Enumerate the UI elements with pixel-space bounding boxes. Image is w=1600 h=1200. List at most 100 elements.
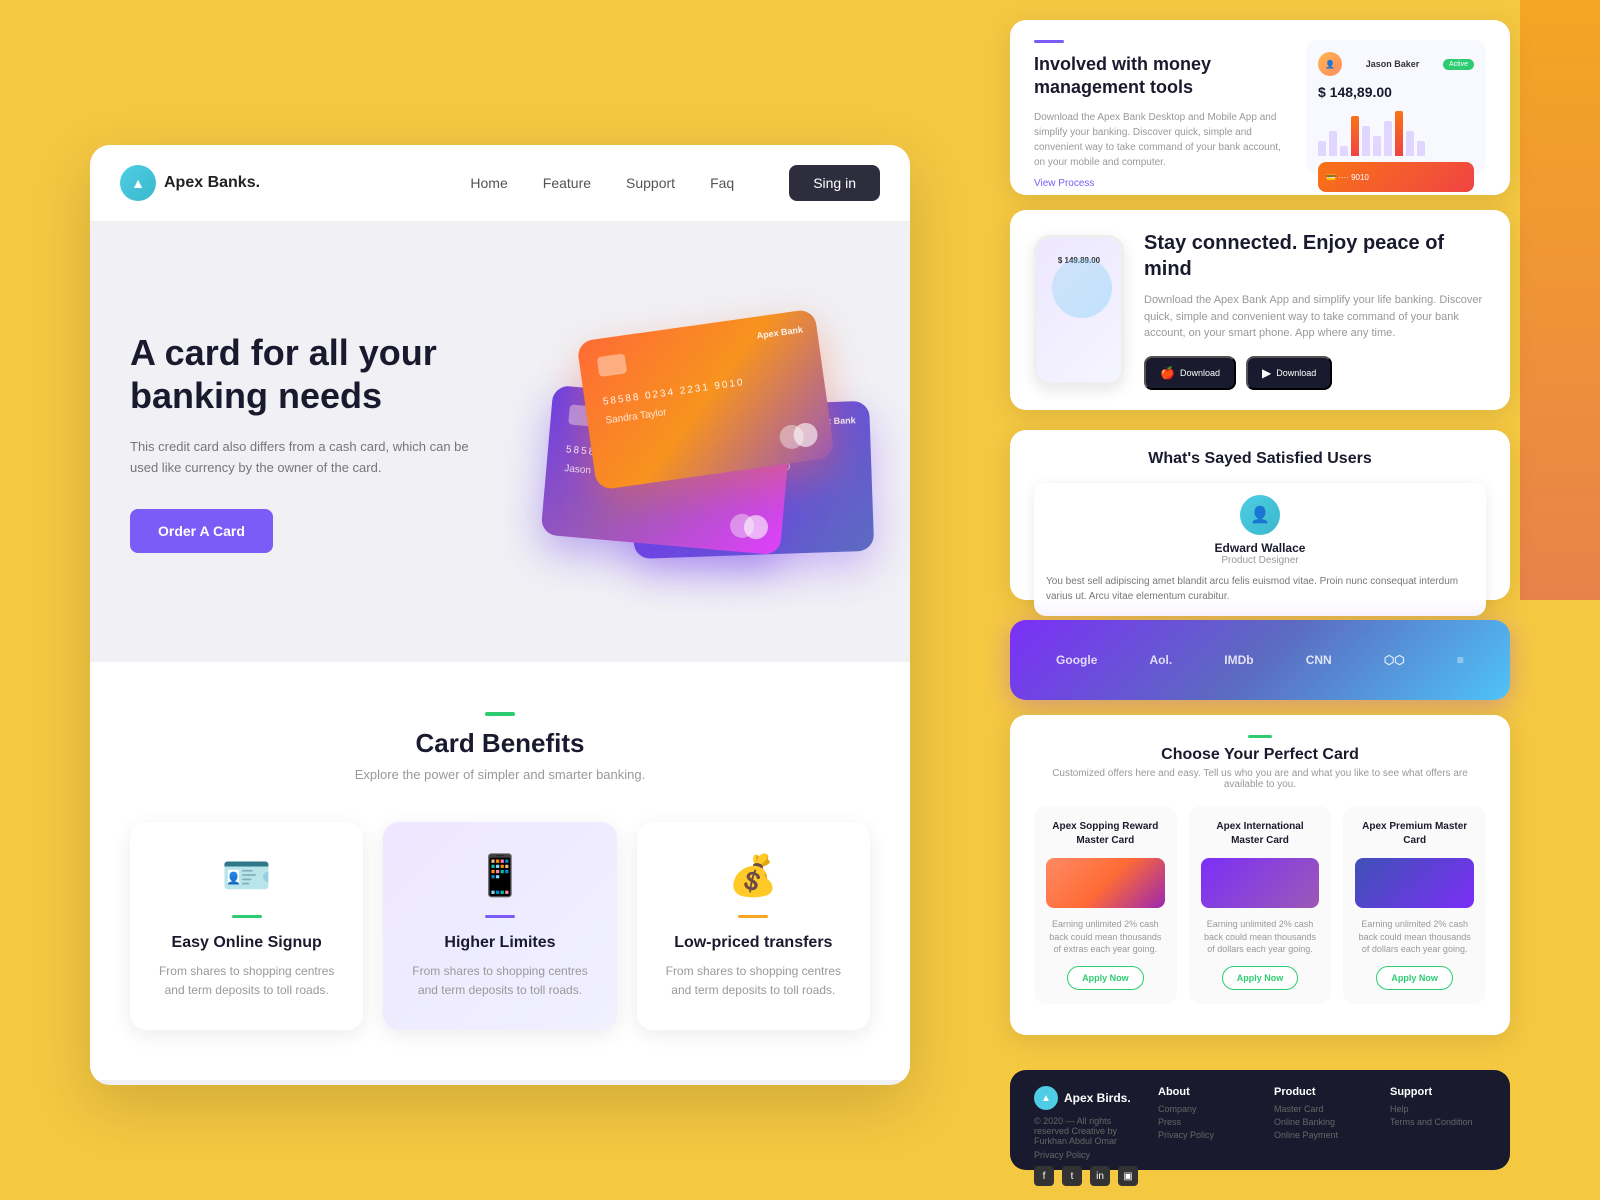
footer-support-help[interactable]: Help [1390, 1104, 1486, 1114]
review-text: You best sell adipiscing amet blandit ar… [1046, 574, 1474, 604]
chart-bar-8 [1395, 111, 1403, 156]
card-option-1: Apex Sopping Reward Master Card Earning … [1034, 806, 1177, 1004]
footer-product-payment[interactable]: Online Payment [1274, 1130, 1370, 1140]
card-option-text-1: Earning unlimited 2% cash back could mea… [1046, 918, 1165, 956]
icon-accent-3 [738, 915, 768, 918]
benefit-card-1: 🪪 Easy Online Signup From shares to shop… [130, 822, 363, 1030]
apple-icon: 🍎 [1160, 366, 1175, 380]
card-chip [597, 353, 628, 377]
footer-about-privacy[interactable]: Privacy Policy [1158, 1130, 1254, 1140]
footer-product-online-banking[interactable]: Online Banking [1274, 1117, 1370, 1127]
apply-btn-2[interactable]: Apply Now [1222, 966, 1299, 990]
signin-button[interactable]: Sing in [789, 165, 880, 201]
benefit-title-3: Low-priced transfers [657, 934, 850, 952]
partner-5: ⬡⬡ [1384, 653, 1405, 667]
footer-logo-icon: ▲ [1034, 1086, 1058, 1110]
hero-text: A card for all your banking needs This c… [130, 331, 490, 553]
cards-choice-description: Customized offers here and easy. Tell us… [1034, 768, 1486, 790]
icon-accent-1 [232, 915, 262, 918]
card-option-title-1: Apex Sopping Reward Master Card [1046, 820, 1165, 848]
involved-accent-bar [1034, 40, 1064, 43]
widget-avatar: 👤 [1318, 52, 1342, 76]
footer-col-product-title: Product [1274, 1086, 1370, 1098]
hero-description: This credit card also differs from a cas… [130, 437, 490, 479]
google-download-button[interactable]: ▶ Download [1246, 356, 1332, 390]
section-partners: Google Aol. IMDb CNN ⬡⬡ ≡ [1010, 620, 1510, 700]
involved-description: Download the Apex Bank Desktop and Mobil… [1034, 110, 1286, 170]
apple-download-button[interactable]: 🍎 Download [1144, 356, 1236, 390]
connected-description: Download the Apex Bank App and simplify … [1144, 292, 1486, 342]
section-involved: Involved with money management tools Dow… [1010, 20, 1510, 195]
cards-choice-accent [1248, 735, 1272, 738]
hero-section: A card for all your banking needs This c… [90, 222, 910, 642]
benefits-header: Card Benefits Explore the power of simpl… [130, 712, 870, 782]
card-option-3: Apex Premium Master Card Earning unlimit… [1343, 806, 1486, 1004]
widget-chart [1318, 106, 1474, 156]
nav-feature[interactable]: Feature [543, 175, 591, 191]
testimonial-card: 👤 Edward Wallace Product Designer You be… [1034, 483, 1486, 616]
footer-privacy[interactable]: Privacy Policy [1034, 1150, 1138, 1160]
footer-col-about-title: About [1158, 1086, 1254, 1098]
icon-accent-2 [485, 915, 515, 918]
signup-icon: 🪪 [150, 852, 343, 899]
nav-faq[interactable]: Faq [710, 175, 734, 191]
footer-product-mastercard[interactable]: Master Card [1274, 1104, 1370, 1114]
partner-cnn: CNN [1306, 653, 1332, 667]
footer-col-product: Product Master Card Online Banking Onlin… [1274, 1086, 1370, 1154]
card-option-text-3: Earning unlimited 2% cash back could mea… [1355, 918, 1474, 956]
social-facebook-icon[interactable]: f [1034, 1166, 1054, 1186]
card-options: Apex Sopping Reward Master Card Earning … [1034, 806, 1486, 1004]
footer-about-company[interactable]: Company [1158, 1104, 1254, 1114]
footer-support-terms[interactable]: Terms and Condition [1390, 1117, 1486, 1127]
chart-bar-4 [1351, 116, 1359, 156]
google-play-icon: ▶ [1262, 366, 1271, 380]
main-panel: ▲ Apex Banks. Home Feature Support Faq S… [90, 145, 910, 1085]
download-buttons: 🍎 Download ▶ Download [1144, 356, 1486, 390]
reviewer-role: Product Designer [1046, 555, 1474, 566]
benefit-title-2: Higher Limites [403, 934, 596, 952]
card-option-text-2: Earning unlimited 2% cash back could mea… [1201, 918, 1320, 956]
involved-text: Involved with money management tools Dow… [1034, 40, 1286, 175]
nav-home[interactable]: Home [470, 175, 507, 191]
bg-right-accent [1520, 0, 1600, 600]
benefit-text-2: From shares to shopping centres and term… [403, 962, 596, 1000]
chart-bar-2 [1329, 131, 1337, 156]
mini-card-2 [1201, 858, 1320, 908]
benefits-description: Explore the power of simpler and smarter… [130, 767, 870, 782]
card-option-2: Apex International Master Card Earning u… [1189, 806, 1332, 1004]
footer-copyright: © 2020 — All rights reserved Creative by… [1034, 1116, 1138, 1146]
apply-btn-3[interactable]: Apply Now [1376, 966, 1453, 990]
reviewer-name: Edward Wallace [1046, 541, 1474, 555]
benefit-card-2: 📱 Higher Limites From shares to shopping… [383, 822, 616, 1030]
section-connected: $ 149.89.00 Stay connected. Enjoy peace … [1010, 210, 1510, 410]
chart-bar-9 [1406, 131, 1414, 156]
social-other-icon[interactable]: ▣ [1118, 1166, 1138, 1186]
section-footer: ▲ Apex Birds. © 2020 — All rights reserv… [1010, 1070, 1510, 1170]
phone-bg-circle [1052, 258, 1112, 318]
apply-btn-1[interactable]: Apply Now [1067, 966, 1144, 990]
section-cards-choice: Choose Your Perfect Card Customized offe… [1010, 715, 1510, 1035]
mini-card-1 [1046, 858, 1165, 908]
logo-icon: ▲ [120, 165, 156, 201]
view-process-link[interactable]: View Process [1034, 178, 1286, 189]
card-circles [778, 421, 819, 450]
widget-card-label: 💳 ···· 9010 [1326, 173, 1369, 182]
chart-bar-6 [1373, 136, 1381, 156]
nav-links: Home Feature Support Faq Sing in [470, 165, 880, 201]
social-twitter-icon[interactable]: t [1062, 1166, 1082, 1186]
widget-user-name: Jason Baker [1366, 59, 1420, 69]
footer-col-about: About Company Press Privacy Policy [1158, 1086, 1254, 1154]
social-linkedin-icon[interactable]: in [1090, 1166, 1110, 1186]
apple-download-label: Download [1180, 368, 1220, 378]
footer-about-press[interactable]: Press [1158, 1117, 1254, 1127]
involved-widget: 👤 Jason Baker Active $ 148,89.00 💳 ···· … [1306, 40, 1486, 175]
order-card-button[interactable]: Order A Card [130, 509, 273, 553]
widget-status-badge: Active [1443, 59, 1474, 70]
nav-support[interactable]: Support [626, 175, 675, 191]
card-option-title-3: Apex Premium Master Card [1355, 820, 1474, 848]
involved-title: Involved with money management tools [1034, 53, 1286, 100]
section-testimonials: What's Sayed Satisfied Users 👤 Edward Wa… [1010, 430, 1510, 600]
partner-aol: Aol. [1150, 653, 1173, 667]
benefits-grid: 🪪 Easy Online Signup From shares to shop… [130, 822, 870, 1030]
widget-card-preview: 💳 ···· 9010 [1318, 162, 1474, 192]
